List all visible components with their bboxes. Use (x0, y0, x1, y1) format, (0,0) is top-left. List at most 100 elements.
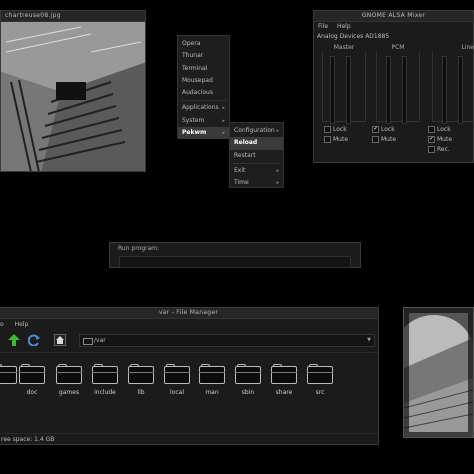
menu-item-configuration[interactable]: Configuration ▸ (230, 125, 283, 137)
folder-item[interactable]: man (195, 364, 229, 396)
rec-checkbox[interactable]: Rec. (428, 146, 450, 153)
menu-item-terminal[interactable]: Terminal (178, 63, 229, 75)
mute-checkbox[interactable]: ✔ Mute (428, 136, 452, 143)
root-menu: Opera Thunar Terminal Mousepad Audacious… (177, 35, 230, 140)
menu-item-restart[interactable]: Restart (230, 150, 283, 162)
volume-slider-right[interactable] (346, 56, 351, 124)
volume-slider-left[interactable] (386, 56, 391, 124)
folder-name: man (205, 389, 219, 396)
mute-checkbox[interactable]: Mute (324, 136, 348, 143)
menu-item-thunar[interactable]: Thunar (178, 50, 229, 62)
checkbox-box (324, 126, 331, 133)
channel-pcm: PCM ✔ Lock Mute (372, 44, 420, 162)
home-icon[interactable] (54, 334, 66, 349)
submenu-arrow-icon: ▸ (276, 180, 279, 187)
folder-item[interactable]: games (52, 364, 86, 396)
menu-item-reload[interactable]: Reload (230, 137, 283, 150)
folder-name: doc (26, 389, 38, 396)
file-manager-window[interactable]: var - File Manager o Help /var ▼ doc gam… (0, 307, 379, 445)
folder-item[interactable]: share (267, 364, 301, 396)
pekwm-submenu: Configuration ▸ Reload Restart Exit ▸ Time… (229, 122, 284, 188)
folder-item[interactable]: include (88, 364, 122, 396)
channel-master: Master Lock Mute (322, 44, 366, 162)
menu-item-exit[interactable]: Exit ▸ (230, 165, 283, 177)
folder-icon (164, 364, 190, 384)
status-bar: ree space: 1.4 GB (0, 433, 378, 444)
menu-item-audacious[interactable]: Audacious (178, 87, 229, 99)
image-viewer-title[interactable]: chartreuse08.jpg (1, 11, 145, 22)
lock-checkbox[interactable]: ✔ Lock (372, 126, 395, 133)
checkbox-box (428, 146, 435, 153)
menu-item-time[interactable]: Time ▸ (230, 177, 283, 189)
folder-item[interactable]: local (160, 364, 194, 396)
checkbox-box (372, 136, 379, 143)
menu-help[interactable]: Help (337, 23, 351, 30)
menu-item-mousepad[interactable]: Mousepad (178, 75, 229, 87)
folder-name: sbin (241, 389, 255, 396)
folder-icon (92, 364, 118, 384)
folder-name: include (94, 389, 116, 396)
menu-file[interactable]: File (318, 23, 328, 30)
menu-separator (181, 100, 226, 102)
menu-item-opera[interactable]: Opera (178, 38, 229, 50)
folder-icon (307, 364, 333, 384)
channel-frame (376, 52, 420, 122)
channel-line: Line Lock ✔ Mute Rec. (428, 44, 474, 162)
folder-name: lib (137, 389, 145, 396)
chevron-down-icon[interactable]: ▼ (367, 335, 371, 346)
file-manager-title[interactable]: var - File Manager (0, 308, 378, 319)
folder-item[interactable]: doc (15, 364, 49, 396)
run-program-dialog: Run program: (109, 242, 361, 268)
folder-name: share (275, 389, 293, 396)
menu-go[interactable]: o (0, 321, 4, 328)
checkmark-icon: ✔ (372, 126, 379, 133)
staircase-photo (1, 22, 145, 171)
folder-item[interactable]: src (303, 364, 337, 396)
volume-slider-right[interactable] (402, 56, 407, 124)
submenu-arrow-icon: ▸ (222, 130, 225, 137)
folder-icon (128, 364, 154, 384)
menu-item-applications[interactable]: Applications ▸ (178, 102, 229, 114)
folder-icon (271, 364, 297, 384)
folder-name: src (315, 389, 325, 396)
menu-help[interactable]: Help (15, 321, 29, 328)
folder-item[interactable]: lib (124, 364, 158, 396)
lock-checkbox[interactable]: Lock (324, 126, 347, 133)
menu-item-pekwm[interactable]: Pekwm ▸ (178, 127, 229, 140)
submenu-arrow-icon: ▸ (276, 167, 279, 174)
volume-slider-left[interactable] (442, 56, 447, 124)
menu-item-system[interactable]: System ▸ (178, 115, 229, 127)
location-bar[interactable]: /var ▼ (79, 334, 375, 347)
channel-label: Master (333, 44, 355, 51)
mixer-title[interactable]: GNOME ALSA Mixer (314, 11, 473, 22)
file-manager-toolbar: /var ▼ (0, 330, 378, 353)
folder-icon (56, 364, 82, 384)
stone-arch-photo (403, 307, 474, 438)
up-arrow-icon[interactable] (8, 334, 20, 349)
checkbox-box (428, 126, 435, 133)
image-viewer-window[interactable]: chartreuse08.jpg (0, 10, 146, 172)
lock-checkbox[interactable]: Lock (428, 126, 451, 133)
run-program-label: Run program: (118, 245, 160, 252)
mixer-menubar: File Help (314, 22, 473, 32)
mute-checkbox[interactable]: Mute (372, 136, 396, 143)
checkmark-icon: ✔ (428, 136, 435, 143)
location-text: /var (94, 337, 106, 344)
refresh-icon[interactable] (27, 334, 40, 349)
folder-icon (83, 338, 93, 345)
channel-frame (432, 52, 474, 122)
volume-slider-right[interactable] (458, 56, 463, 124)
submenu-arrow-icon: ▸ (222, 105, 225, 112)
device-name: Analog Devices AD1885 (317, 33, 390, 40)
folder-icon (235, 364, 261, 384)
file-manager-menubar: o Help (0, 319, 378, 330)
channel-frame (322, 52, 366, 122)
volume-slider-left[interactable] (330, 56, 335, 124)
folder-item[interactable]: sbin (231, 364, 265, 396)
alsa-mixer-window[interactable]: GNOME ALSA Mixer File Help Analog Device… (313, 10, 474, 163)
folder-icon (199, 364, 225, 384)
checkbox-box (324, 136, 331, 143)
run-program-input[interactable] (119, 256, 351, 268)
folder-name: local (170, 389, 184, 396)
submenu-arrow-icon: ▸ (276, 128, 279, 134)
